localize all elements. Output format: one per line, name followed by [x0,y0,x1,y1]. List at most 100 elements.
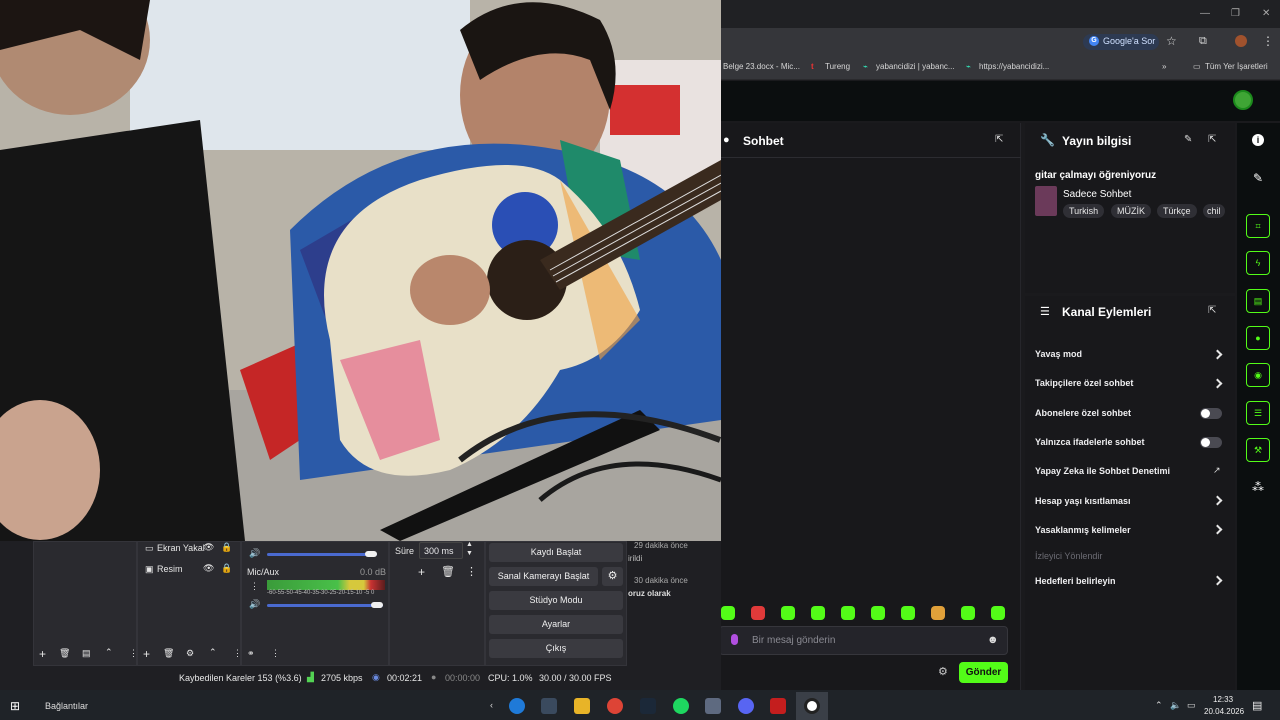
lock-icon[interactable]: 🔒 [221,542,232,553]
document-icon[interactable]: ▤ [1246,289,1270,313]
account-age-row[interactable]: Hesap yaşı kısıtlaması [1035,496,1131,506]
trash-icon[interactable]: 🗑 [59,648,70,659]
exit-button[interactable]: Çıkış [489,639,623,658]
trash-icon[interactable]: 🗑 [441,565,455,578]
category-name[interactable]: Sadece Sohbet [1063,189,1131,200]
link-icon[interactable]: ⚭ [247,648,255,659]
menu-dots-icon[interactable]: ⋮ [129,648,138,659]
emotes-only-toggle[interactable] [1200,437,1222,448]
speaker-icon[interactable]: 🔊 [249,599,260,610]
google-ask-button[interactable]: Google'a Sor [1083,34,1159,50]
user-avatar[interactable] [1233,90,1253,110]
rail-button-icon[interactable]: ⌗ [1246,214,1270,238]
clock-time[interactable]: 12:33 [1213,695,1233,704]
all-bookmarks-link[interactable]: Tüm Yer İşaretleri [1205,62,1268,71]
volume-knob[interactable] [365,551,377,557]
app-icon[interactable] [705,698,721,714]
send-button[interactable]: Gönder [959,662,1008,683]
trash-icon[interactable]: 🗑 [163,648,174,659]
chat-icon[interactable]: ● [1246,326,1270,350]
goals-row[interactable]: Hedefleri belirleyin [1035,576,1116,586]
bookmark-item[interactable]: Belge 23.docx - Mic... [723,62,800,71]
voicemod-icon[interactable] [770,698,786,714]
category-thumbnail[interactable] [1035,186,1057,216]
emote-icon[interactable] [781,606,795,620]
popout-icon[interactable]: ⇱ [1208,134,1216,145]
chevron-up-icon[interactable]: ⌃ [1155,700,1163,711]
info-icon[interactable]: i [1252,134,1264,146]
source-item[interactable]: Ekran Yakal [157,543,205,553]
profile-avatar[interactable] [1235,35,1247,47]
gear-icon[interactable]: ⚙ [938,665,948,678]
chevron-more-icon[interactable]: » [1162,62,1166,71]
tag[interactable]: chil [1203,204,1225,218]
emote-icon[interactable] [871,606,885,620]
emote-icon[interactable] [811,606,825,620]
speaker-icon[interactable]: 🔊 [249,548,260,559]
emoji-icon[interactable]: ☻ [987,634,999,646]
emote-icon[interactable] [721,606,735,620]
eye-icon[interactable]: 👁 [203,563,214,574]
spin-down-icon[interactable]: ▼ [466,550,473,557]
close-icon[interactable]: ✕ [1262,8,1270,19]
spin-up-icon[interactable]: ▲ [466,541,473,548]
add-icon[interactable]: + [418,565,425,579]
chevron-left-icon[interactable]: ‹ [490,700,493,710]
clock-date[interactable]: 20.04.2026 [1204,707,1244,716]
emote-icon[interactable] [931,606,945,620]
volume-icon[interactable]: 🔈 [1170,700,1181,711]
tag[interactable]: MÜZİK [1111,204,1151,218]
bookmark-item[interactable]: https://yabancidizi... [979,62,1049,71]
external-link-icon[interactable]: ↗ [1213,465,1221,476]
notification-icon[interactable]: ▤ [1252,699,1262,712]
emote-icon[interactable] [961,606,975,620]
start-recording-button[interactable]: Kaydı Başlat [489,543,623,562]
subscribers-only-toggle[interactable] [1200,408,1222,419]
emote-icon[interactable] [991,606,1005,620]
add-icon[interactable]: + [143,647,150,661]
followers-only-row[interactable]: Takipçilere özel sohbet [1035,378,1133,388]
minimize-icon[interactable]: — [1200,8,1210,19]
menu-dots-icon[interactable]: ⋮ [271,648,280,659]
filter-icon[interactable]: ▤ [82,648,91,659]
slow-mode-row[interactable]: Yavaş mod [1035,349,1082,359]
steam-icon[interactable] [640,698,656,714]
menu-dots-icon[interactable]: ⋮ [466,565,477,578]
store-icon[interactable] [541,698,557,714]
tag[interactable]: Türkçe [1157,204,1197,218]
mic-icon[interactable] [731,634,738,645]
star-icon[interactable]: ☆ [1166,34,1177,48]
emote-icon[interactable] [901,606,915,620]
chevron-up-icon[interactable]: ⌃ [105,647,113,658]
popout-icon[interactable]: ⇱ [1208,305,1216,316]
lightning-icon[interactable]: ϟ [1246,251,1270,275]
maximize-icon[interactable]: ❐ [1231,8,1240,19]
settings-button[interactable]: Ayarlar [489,615,623,634]
emote-icon[interactable] [841,606,855,620]
discord-icon[interactable] [738,698,754,714]
duration-input[interactable]: 300 ms [419,542,463,559]
menu-dots-icon[interactable]: ⋮ [233,648,242,659]
wrench-icon[interactable]: ⚒ [1246,438,1270,462]
bookmark-item[interactable]: yabancidizi | yabanc... [876,62,955,71]
studio-mode-button[interactable]: Stüdyo Modu [489,591,623,610]
chevron-up-icon[interactable]: ⌃ [209,647,217,658]
volume-slider[interactable] [267,604,383,607]
extensions-icon[interactable]: ⧉ [1199,35,1207,48]
add-icon[interactable]: + [39,647,46,661]
emote-icon[interactable] [751,606,765,620]
lock-icon[interactable]: 🔒 [221,563,232,574]
ai-moderation-row[interactable]: Yapay Zeka ile Sohbet Denetimi [1035,466,1170,476]
edge-icon[interactable] [509,698,525,714]
banned-words-row[interactable]: Yasaklanmış kelimeler [1035,525,1131,535]
obs-icon[interactable] [804,698,820,714]
nodes-icon[interactable]: ⁂ [1252,480,1264,494]
gear-icon[interactable]: ⚙ [186,648,194,659]
source-item[interactable]: Resim [157,564,183,574]
edit-icon[interactable]: ✎ [1184,134,1192,145]
chat-input[interactable]: Bir mesaj gönderin [719,626,1008,655]
bookmark-item[interactable]: Tureng [825,62,850,71]
broadcast-icon[interactable]: ◉ [1246,363,1270,387]
network-icon[interactable]: ▭ [1187,700,1196,711]
spotify-icon[interactable] [673,698,689,714]
